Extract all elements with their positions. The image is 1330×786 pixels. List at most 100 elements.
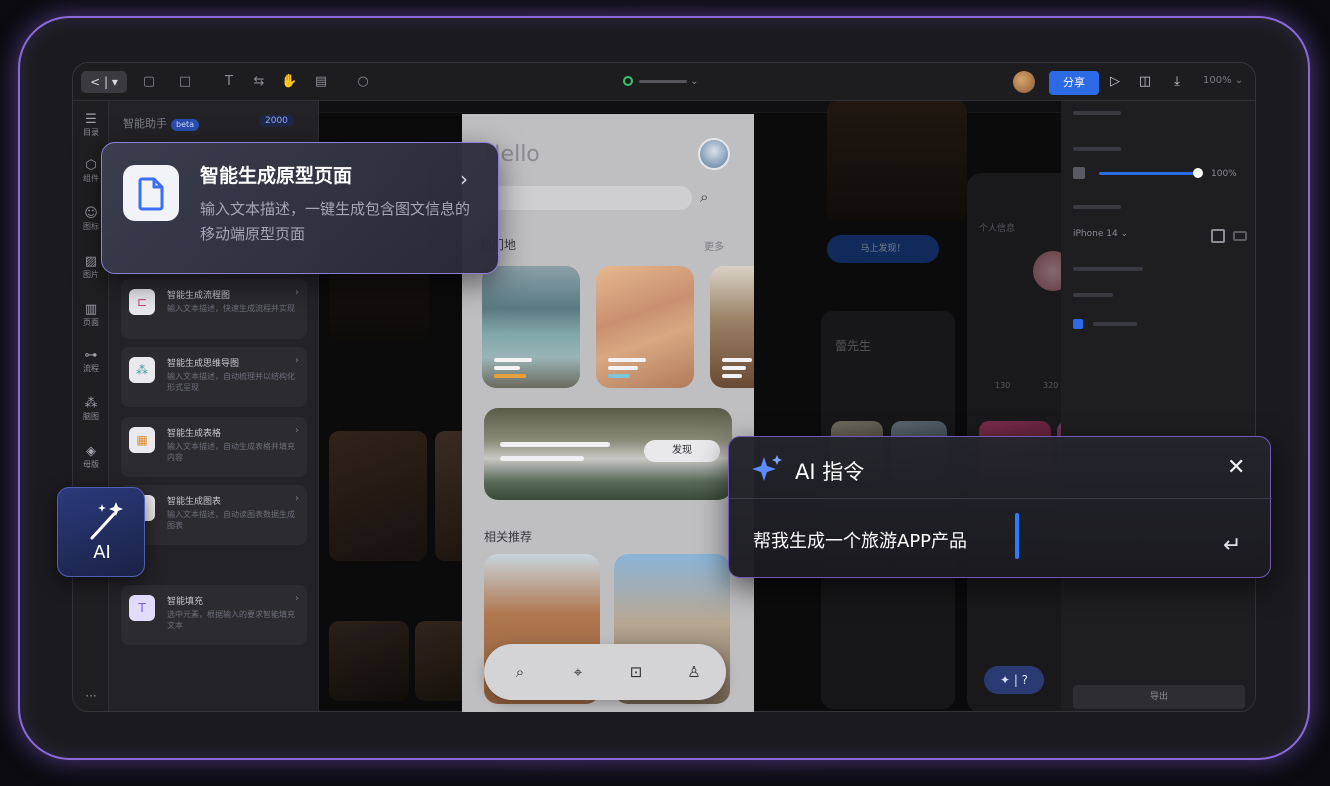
chevron-right-icon: › xyxy=(295,355,299,366)
beta-badge: beta xyxy=(171,119,200,131)
rail-item-flow[interactable]: ⊶ 流程 xyxy=(73,349,109,374)
card-text-lines xyxy=(494,354,532,378)
card-title: 智能填充 xyxy=(167,597,204,607)
checkbox[interactable] xyxy=(1073,319,1083,329)
list-icon: ☰ xyxy=(85,112,97,127)
placeholder-line xyxy=(1093,322,1137,326)
more-link[interactable]: 更多 xyxy=(704,238,724,253)
generate-prototype-card[interactable]: 智能生成原型页面 输入文本描述，一键生成包含图文信息的移动端原型页面 › xyxy=(101,142,499,274)
sparkle-icon xyxy=(752,455,782,481)
help-button[interactable]: ✦ | ? xyxy=(984,666,1044,694)
ai-command-input[interactable]: 帮我生成一个旅游APP产品 xyxy=(753,527,967,553)
bag-icon[interactable]: ⊡ xyxy=(624,660,648,684)
text-caret xyxy=(1015,513,1019,559)
close-icon[interactable]: ✕ xyxy=(1227,455,1245,480)
card-title: 智能生成流程图 xyxy=(167,291,231,301)
user-avatar[interactable] xyxy=(1013,71,1035,93)
user-icon[interactable]: ♙ xyxy=(682,660,706,684)
layout-icon[interactable]: ◫ xyxy=(1137,74,1153,90)
phone-tab-bar: ⌕ ⌖ ⊡ ♙ xyxy=(484,644,726,700)
landscape-icon[interactable] xyxy=(1233,231,1247,241)
search-icon[interactable]: ⌕ xyxy=(508,660,532,684)
placeholder-line xyxy=(1073,147,1121,151)
text-fill-icon: T xyxy=(129,595,155,621)
ai-command-dialog: AI 指令 ✕ 帮我生成一个旅游APP产品 ↵ xyxy=(728,436,1272,578)
rail-item-mindmap[interactable]: ⁂ 脑图 xyxy=(73,397,109,422)
opacity-value: 100% xyxy=(1211,169,1237,179)
document-icon-svg xyxy=(138,177,164,211)
zoom-level[interactable]: 100% ⌄ xyxy=(1203,75,1243,86)
chevron-right-icon: › xyxy=(295,593,299,604)
card-text-lines xyxy=(608,354,646,378)
card-text-lines xyxy=(722,354,752,378)
card-smart-fill[interactable]: T 智能填充 选中元素，根据输入的要求智能填充文本 › xyxy=(121,585,307,645)
chevron-right-icon: › xyxy=(295,493,299,504)
rail-item-pages[interactable]: ▥ 页面 xyxy=(73,303,109,328)
card-flowchart[interactable]: ⊏ 智能生成流程图 输入文本描述，快速生成流程并实现 › xyxy=(121,279,307,339)
card-table[interactable]: ▦ 智能生成表格 输入文本描述，自动生成表格并填充内容 › xyxy=(121,417,307,477)
flowchart-icon: ⊏ xyxy=(129,289,155,315)
discover-button[interactable]: 发现 xyxy=(644,440,720,462)
card-desc: 输入文本描述，自动读图表数据生成图表 xyxy=(167,510,295,530)
chevron-right-icon[interactable]: › xyxy=(460,167,468,191)
panel-title: 智能助手 beta xyxy=(123,115,200,131)
component-tool-icon[interactable]: ▤ xyxy=(313,74,329,90)
export-button[interactable]: 导出 xyxy=(1073,685,1245,709)
ai-command-header: AI 指令 ✕ xyxy=(729,437,1272,499)
fill-swatch[interactable] xyxy=(1073,167,1085,179)
card-desc: 输入文本描述，自动生成表格并填充内容 xyxy=(167,442,295,462)
opacity-slider[interactable] xyxy=(1099,172,1197,175)
mindmap-icon: ⁂ xyxy=(84,396,98,411)
phone-search-bar[interactable] xyxy=(482,186,692,210)
ai-button-label: AI xyxy=(93,542,111,563)
ai-assistant-button[interactable]: AI xyxy=(57,487,145,577)
rail-item-master[interactable]: ◈ 母版 xyxy=(73,445,109,470)
placeholder-line xyxy=(1073,267,1143,271)
portrait-icon[interactable] xyxy=(1211,229,1225,243)
page-tool-icon[interactable]: ▢ xyxy=(141,74,157,90)
play-icon[interactable]: ▷ xyxy=(1107,74,1123,90)
card-chart[interactable]: ▮ 智能生成图表 输入文本描述，自动读图表数据生成图表 › xyxy=(121,485,307,545)
sparkle-small-icon: ✦ xyxy=(999,673,1010,687)
chevron-right-icon: › xyxy=(295,287,299,298)
text-tool-icon[interactable]: T xyxy=(221,74,237,90)
share-button[interactable]: 分享 xyxy=(1049,71,1099,95)
generate-card-description: 输入文本描述，一键生成包含图文信息的移动端原型页面 xyxy=(200,200,471,243)
comment-tool-icon[interactable]: ○ xyxy=(355,74,371,90)
card-mindmap[interactable]: ⁂ 智能生成思维导图 输入文本描述，自动梳理并以结构化形式呈现 › xyxy=(121,347,307,407)
search-icon[interactable]: ⌕ xyxy=(700,188,708,206)
section-related: 相关推荐 xyxy=(484,530,533,544)
page-icon: ▥ xyxy=(84,302,98,317)
placeholder-line xyxy=(1073,111,1121,115)
download-icon[interactable]: ⤓ xyxy=(1169,74,1185,90)
mindmap-card-icon: ⁂ xyxy=(129,357,155,383)
destination-card[interactable] xyxy=(710,266,754,388)
more-icon[interactable]: ··· xyxy=(73,689,109,703)
back-forward-button[interactable]: < | ▾ xyxy=(81,71,127,93)
banner-line xyxy=(500,442,610,447)
discover-banner[interactable]: 发现 xyxy=(484,408,732,500)
phone-avatar[interactable] xyxy=(698,138,730,170)
card-title: 智能生成图表 xyxy=(167,497,222,507)
rectangle-tool-icon[interactable]: □ xyxy=(177,74,193,90)
card-title: 智能生成表格 xyxy=(167,429,222,439)
document-icon xyxy=(123,165,179,221)
card-title: 智能生成思维导图 xyxy=(167,359,240,369)
enter-icon[interactable]: ↵ xyxy=(1223,533,1241,558)
banner-line xyxy=(500,456,584,461)
location-pin-icon[interactable]: ⌖ xyxy=(566,660,590,684)
phone-prototype[interactable]: Hello ⌕ 热门地 更多 发现 相关推荐 ⌕ ⌖ ⊡ ♙ xyxy=(462,114,754,712)
slider-thumb[interactable] xyxy=(1193,168,1203,178)
placeholder-line xyxy=(1073,205,1121,209)
generate-card-title: 智能生成原型页面 xyxy=(200,165,353,187)
hand-tool-icon[interactable]: ✋ xyxy=(281,74,297,90)
project-status[interactable]: ⌄ xyxy=(623,76,713,88)
flow-icon: ⊶ xyxy=(84,348,98,363)
destination-card[interactable] xyxy=(596,266,694,388)
card-desc: 输入文本描述，快速生成流程并实现 xyxy=(167,304,295,313)
layout-tool-icon[interactable]: ⇆ xyxy=(251,74,267,90)
device-select[interactable]: iPhone 14 ⌄ xyxy=(1073,229,1128,239)
rail-item-catalog[interactable]: ☰ 目录 xyxy=(73,113,109,138)
credit-badge: 2000 xyxy=(259,115,294,127)
destination-card[interactable] xyxy=(482,266,580,388)
